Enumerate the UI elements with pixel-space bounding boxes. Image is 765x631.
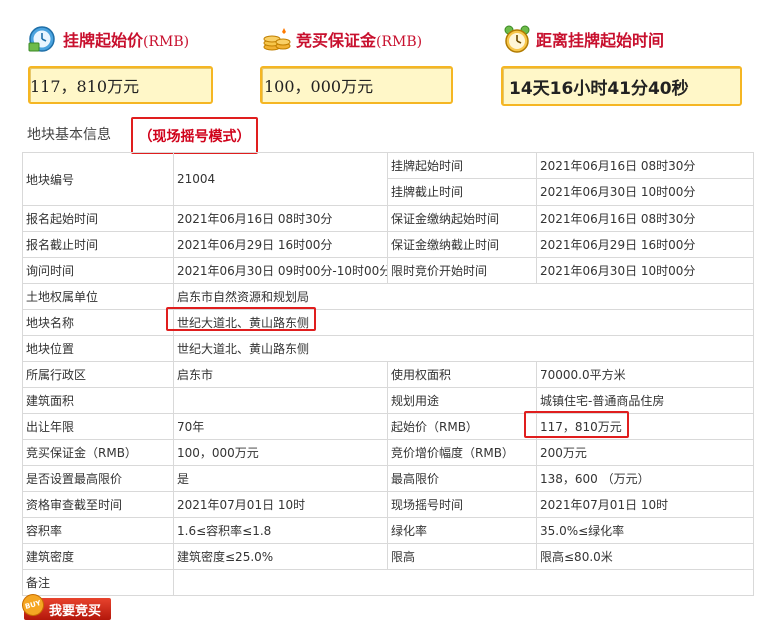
row-label: 竞价增价幅度（RMB） — [387, 439, 537, 466]
row-label: 起始价（RMB） — [387, 413, 537, 440]
deposit-header: 竞买保证金(RMB) — [262, 22, 422, 56]
row-value: 100，000万元 — [173, 439, 388, 466]
row-label: 询问时间 — [22, 257, 174, 284]
deposit-value: 100，000万元 — [264, 77, 374, 96]
listing-end-value: 2021年06月30日 10时00分 — [540, 185, 696, 199]
countdown-value: 14天16小时41分40秒 — [509, 78, 689, 99]
row-label: 限时竞价开始时间 — [387, 257, 537, 284]
row-label: 出让年限 — [22, 413, 174, 440]
parcel-name-value: 世纪大道北、黄山路东侧 — [173, 309, 754, 336]
row-label: 最高限价 — [387, 465, 537, 492]
row-value: 2021年07月01日 10时 — [536, 491, 754, 518]
deposit-title: 竞买保证金(RMB) — [296, 31, 423, 50]
countdown-title: 距离挂牌起始时间 — [536, 31, 665, 50]
table-row: 地块编号 21004 挂牌起始时间 挂牌截止时间 2021年06月16日 08时… — [22, 152, 754, 206]
alarm-clock-icon — [503, 25, 531, 53]
table-row: 土地权属单位 启东市自然资源和规划局 — [22, 283, 754, 310]
row-label: 限高 — [387, 543, 537, 570]
starting-price-header: 挂牌起始价(RMB) — [28, 22, 189, 56]
row-value: 建筑密度≤25.0% — [173, 543, 388, 570]
row-label: 所属行政区 — [22, 361, 174, 388]
money-clock-icon — [28, 25, 56, 53]
row-value: 启东市自然资源和规划局 — [173, 283, 754, 310]
row-value: 2021年06月30日 09时00分-10时00分 — [173, 257, 388, 284]
row-value: 城镇住宅-普通商品住房 — [536, 387, 754, 414]
listing-start-label: 挂牌起始时间 — [388, 154, 536, 179]
countdown-box: 14天16小时41分40秒 — [501, 66, 742, 106]
table-row: 是否设置最高限价 是 最高限价 138，600 （万元） — [22, 465, 754, 492]
table-row: 建筑密度 建筑密度≤25.0% 限高 限高≤80.0米 — [22, 543, 754, 570]
row-label: 建筑密度 — [22, 543, 174, 570]
row-label: 规划用途 — [387, 387, 537, 414]
row-value: 2021年06月29日 16时00分 — [173, 231, 388, 258]
row-value: 2021年06月16日 08时30分 — [173, 205, 388, 232]
table-row: 出让年限 70年 起始价（RMB） 117，810万元 — [22, 413, 754, 440]
starting-price-box: 117，810万元 — [28, 66, 213, 104]
table-row: 报名截止时间 2021年06月29日 16时00分 保证金缴纳截止时间 2021… — [22, 231, 754, 258]
row-value: 启东市 — [173, 361, 388, 388]
coin-stack-icon — [262, 25, 292, 53]
table-row: 所属行政区 启东市 使用权面积 70000.0平方米 — [22, 361, 754, 388]
listing-end-label: 挂牌截止时间 — [391, 185, 464, 199]
row-value: 2021年06月29日 16时00分 — [536, 231, 754, 258]
row-value: 2021年06月16日 08时30分 — [536, 205, 754, 232]
row-label: 地块名称 — [22, 309, 174, 336]
parcel-no-label: 地块编号 — [22, 152, 174, 206]
table-row: 地块位置 世纪大道北、黄山路东侧 — [22, 335, 754, 362]
row-label: 资格审查截至时间 — [22, 491, 174, 518]
row-label: 是否设置最高限价 — [22, 465, 174, 492]
row-label: 保证金缴纳起始时间 — [387, 205, 537, 232]
table-row: 地块名称 世纪大道北、黄山路东侧 — [22, 309, 754, 336]
row-value: 2021年06月30日 10时00分 — [536, 257, 754, 284]
row-label: 使用权面积 — [387, 361, 537, 388]
table-row: 资格审查截至时间 2021年07月01日 10时 现场摇号时间 2021年07月… — [22, 491, 754, 518]
countdown-header: 距离挂牌起始时间 — [503, 22, 664, 56]
table-row: 建筑面积 规划用途 城镇住宅-普通商品住房 — [22, 387, 754, 414]
row-label: 现场摇号时间 — [387, 491, 537, 518]
row-label: 报名起始时间 — [22, 205, 174, 232]
table-row: 容积率 1.6≤容积率≤1.8 绿化率 35.0%≤绿化率 — [22, 517, 754, 544]
mode-badge: （现场摇号模式） — [131, 117, 258, 154]
starting-price-title: 挂牌起始价(RMB) — [63, 31, 190, 50]
row-value: 200万元 — [536, 439, 754, 466]
row-value: 35.0%≤绿化率 — [536, 517, 754, 544]
row-value: 限高≤80.0米 — [536, 543, 754, 570]
row-value: 是 — [173, 465, 388, 492]
remarks-label: 备注 — [22, 569, 174, 596]
row-label: 保证金缴纳截止时间 — [387, 231, 537, 258]
row-value: 70000.0平方米 — [536, 361, 754, 388]
row-value: 世纪大道北、黄山路东侧 — [173, 335, 754, 362]
row-label: 绿化率 — [387, 517, 537, 544]
parcel-no-value: 21004 — [173, 152, 388, 206]
table-row: 询问时间 2021年06月30日 09时00分-10时00分 限时竞价开始时间 … — [22, 257, 754, 284]
table-row: 报名起始时间 2021年06月16日 08时30分 保证金缴纳起始时间 2021… — [22, 205, 754, 232]
table-row: 备注 — [22, 569, 754, 596]
row-value: 2021年07月01日 10时 — [173, 491, 388, 518]
section-title: 地块基本信息 — [27, 127, 111, 143]
row-label: 土地权属单位 — [22, 283, 174, 310]
table-row: 竞买保证金（RMB） 100，000万元 竞价增价幅度（RMB） 200万元 — [22, 439, 754, 466]
starting-price-cell: 117，810万元 — [536, 413, 754, 440]
remarks-value — [173, 569, 754, 596]
row-value — [173, 387, 388, 414]
row-label: 容积率 — [22, 517, 174, 544]
row-label: 竞买保证金（RMB） — [22, 439, 174, 466]
deposit-box: 100，000万元 — [260, 66, 453, 104]
starting-price-value: 117，810万元 — [30, 77, 140, 96]
parcel-info-table: 地块编号 21004 挂牌起始时间 挂牌截止时间 2021年06月16日 08时… — [22, 152, 754, 596]
listing-start-value: 2021年06月16日 08时30分 — [537, 154, 753, 179]
row-label: 报名截止时间 — [22, 231, 174, 258]
row-label: 地块位置 — [22, 335, 174, 362]
row-value: 1.6≤容积率≤1.8 — [173, 517, 388, 544]
row-value: 138，600 （万元） — [536, 465, 754, 492]
row-label: 建筑面积 — [22, 387, 174, 414]
row-value: 70年 — [173, 413, 388, 440]
